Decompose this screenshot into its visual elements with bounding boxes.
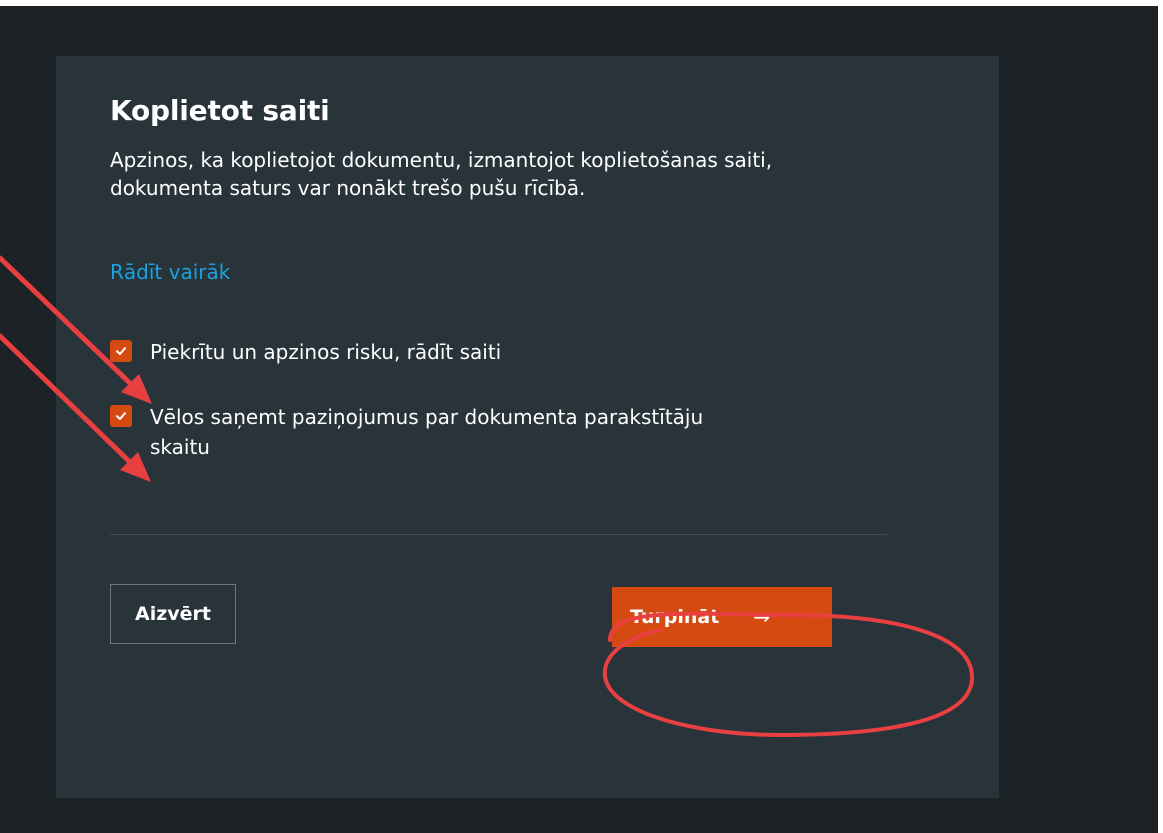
notifications-checkbox[interactable] (110, 405, 132, 427)
agree-risk-label: Piekrītu un apzinos risku, rādīt saiti (150, 340, 502, 364)
checkmark-icon (116, 347, 126, 355)
notifications-label: Vēlos saņemt paziņojumus par dokumenta p… (150, 405, 704, 459)
show-more-link[interactable]: Rādīt vairāk (110, 258, 230, 286)
continue-button[interactable]: Turpināt → (612, 587, 832, 647)
agree-risk-option[interactable]: Piekrītu un apzinos risku, rādīt saiti (110, 337, 710, 367)
continue-button-label: Turpināt (630, 606, 720, 628)
agree-risk-checkbox[interactable] (110, 340, 132, 362)
checkmark-icon (116, 412, 126, 420)
dialog-divider (110, 534, 887, 535)
dialog-title: Koplietot saiti (110, 94, 330, 127)
notifications-option[interactable]: Vēlos saņemt paziņojumus par dokumenta p… (110, 402, 710, 462)
arrow-right-icon: → (753, 605, 771, 629)
dialog-description: Apzinos, ka koplietojot dokumentu, izman… (110, 148, 773, 200)
close-button[interactable]: Aizvērt (110, 584, 236, 644)
